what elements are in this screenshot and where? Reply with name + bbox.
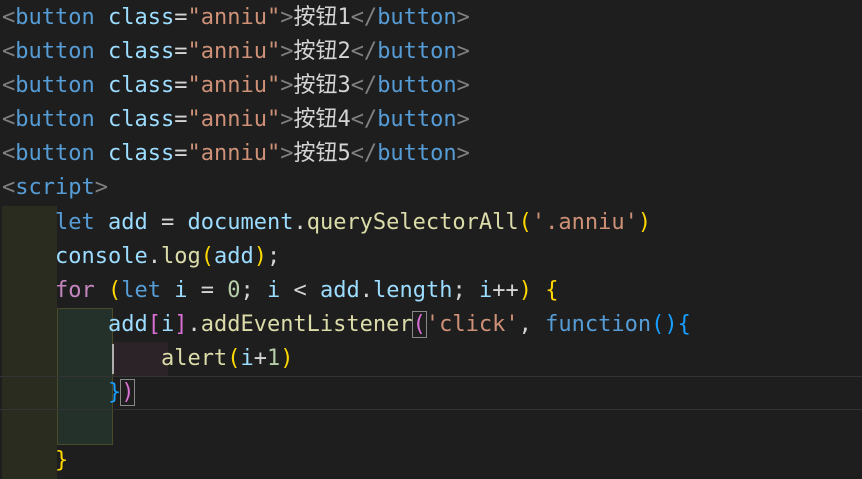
tag-name: button xyxy=(15,39,95,64)
code-line-5: <button class="anniu">按钮5</button> xyxy=(2,141,470,166)
number-one: 1 xyxy=(266,346,281,371)
document-object: document xyxy=(187,210,294,235)
tag-name: button xyxy=(15,141,95,166)
attr-value: "anniu" xyxy=(187,141,281,166)
tag-name-close: button xyxy=(377,73,457,98)
attr-value: "anniu" xyxy=(187,73,281,98)
click-string: 'click' xyxy=(425,312,519,337)
tag-name-close: button xyxy=(377,5,457,30)
var-i: i xyxy=(174,278,188,303)
var-i: i xyxy=(266,278,281,303)
code-line-3: <button class="anniu">按钮3</button> xyxy=(2,73,470,98)
code-line-6: <script> xyxy=(2,175,108,200)
var-i: i xyxy=(160,312,175,337)
attr-value: "anniu" xyxy=(187,107,281,132)
keyword-let: let xyxy=(121,278,161,303)
tag-name: button xyxy=(15,73,95,98)
code-line-9: for (let i = 0; i < add.length; i++) { xyxy=(54,278,559,303)
script-tag-name: script xyxy=(15,175,95,200)
tag-name-close: button xyxy=(377,141,457,166)
console-object: console xyxy=(54,244,148,269)
var-i: i xyxy=(240,346,254,371)
tag-name-close: button xyxy=(377,39,457,64)
attr-name: class xyxy=(107,5,175,30)
var-add: add xyxy=(319,278,360,303)
tag-name-close: button xyxy=(377,107,457,132)
keyword-let: let xyxy=(54,210,95,235)
code-line-1: <button class="anniu">按钮1</button> xyxy=(2,5,470,30)
attr-name: class xyxy=(107,39,175,64)
code-line-14: } xyxy=(54,448,69,473)
attr-name: class xyxy=(107,107,175,132)
button-text: 按钮4 xyxy=(293,107,351,132)
code-editor[interactable]: <button class="anniu">按钮1</button> <butt… xyxy=(0,0,862,479)
add-event-listener: addEventListener xyxy=(200,312,413,337)
log-function: log xyxy=(160,244,201,269)
button-text: 按钮2 xyxy=(293,39,351,64)
var-i: i xyxy=(478,278,493,303)
number-zero: 0 xyxy=(227,278,241,303)
length-prop: length xyxy=(372,278,453,303)
attr-name: class xyxy=(107,73,175,98)
code-line-2: <button class="anniu">按钮2</button> xyxy=(2,39,470,64)
button-text: 按钮3 xyxy=(293,73,351,98)
query-selector-all: querySelectorAll xyxy=(306,210,519,235)
code-line-4: <button class="anniu">按钮4</button> xyxy=(2,107,470,132)
var-add: add xyxy=(107,312,148,337)
var-add: add xyxy=(213,244,254,269)
code-line-7: let add = document.querySelectorAll('.an… xyxy=(54,210,652,235)
button-text: 按钮5 xyxy=(293,141,351,166)
keyword-for: for xyxy=(54,278,95,303)
selector-string: '.anniu' xyxy=(531,210,638,235)
attr-value: "anniu" xyxy=(187,5,281,30)
tag-name: button xyxy=(15,107,95,132)
code-line-11: alert(i+1) xyxy=(160,346,294,371)
tag-name: button xyxy=(15,5,95,30)
button-text: 按钮1 xyxy=(293,5,351,30)
code-line-10: add[i].addEventListener('click', functio… xyxy=(107,311,691,338)
attr-name: class xyxy=(107,141,175,166)
var-add: add xyxy=(107,210,148,235)
keyword-function: function xyxy=(545,312,652,337)
code-line-12: }) xyxy=(107,379,136,406)
code-line-8: console.log(add); xyxy=(54,244,281,269)
attr-value: "anniu" xyxy=(187,39,281,64)
alert-function: alert xyxy=(160,346,228,371)
